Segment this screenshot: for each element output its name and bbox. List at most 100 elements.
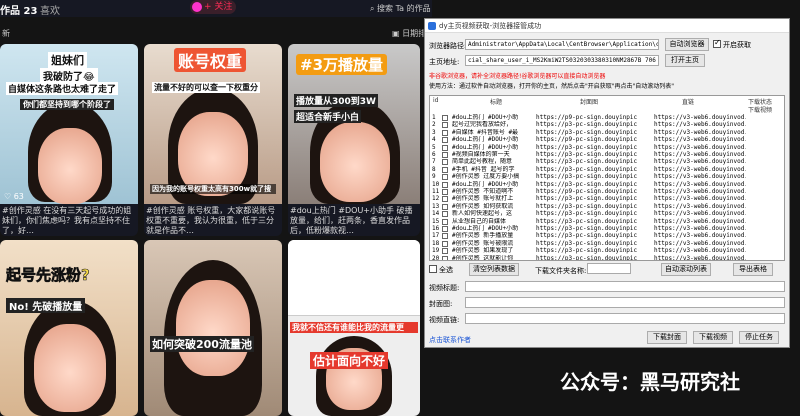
caption-line: 起号先涨粉? [6, 266, 90, 285]
select-all-checkbox[interactable] [429, 265, 437, 273]
video-thumbnail: 起号先涨粉? No! 先破播放量 [0, 240, 138, 416]
row-checkbox[interactable] [442, 144, 448, 151]
video-title-label: 视频标题: [429, 284, 460, 292]
col-download-video: 下载视频 [748, 107, 773, 114]
contact-author-link[interactable]: 点击联系作者 [429, 335, 471, 345]
row-checkbox[interactable] [442, 189, 448, 195]
caption-line: 我破防了😂 [40, 68, 98, 83]
row-checkbox[interactable] [442, 240, 448, 247]
download-folder-label: 下载文件夹名称: [535, 267, 587, 275]
table-row[interactable]: 20 #创作灵感 这就能让你 https://p3-pc-sign.douyinpi… [430, 254, 784, 261]
row-checkbox[interactable] [442, 181, 448, 188]
caption-line: #3万播放量 [296, 54, 388, 75]
video-description: #创作灵感 账号权重，大家都说账号权重不重要，我认为很重，低于三分就是作品不… [144, 204, 282, 236]
row-checkbox[interactable] [442, 203, 448, 210]
video-card-1[interactable]: 姐妹们 我破防了😂 自媒体这条路也太难了走了 你们都坚持到哪个阶段了 ♡ 63 … [0, 44, 138, 236]
video-link-input[interactable] [465, 313, 785, 324]
search-placeholder: 搜索 Ta 的作品 [377, 4, 431, 13]
video-thumbnail: 如何突破200流量池 [144, 240, 282, 416]
row-checkbox[interactable] [442, 255, 448, 260]
cell-id: 20 [432, 254, 440, 261]
download-video-button[interactable]: 下载视频 [693, 331, 733, 344]
caption-line: 姐妹们 [48, 52, 87, 68]
caption-line: 你们都坚持到哪个阶段了 [20, 99, 114, 110]
sort-date[interactable]: ▣ 日期排 [392, 28, 426, 39]
table-header: id 标题 封面图 直链 下载状态 下载视频 [430, 96, 784, 114]
row-checkbox[interactable] [442, 218, 448, 225]
col-id: id [433, 97, 439, 104]
caption-line: 因为我的账号权重太高有300w就了搜 [150, 184, 276, 194]
clear-list-button[interactable]: 清空列表数据 [469, 263, 519, 276]
downloader-window: dy主页视频获取-浏览器接管成功 浏览器路径: Administrator\Ap… [424, 18, 790, 348]
download-folder-input[interactable] [587, 263, 631, 274]
caption-line: No! 先破播放量 [6, 298, 86, 313]
video-thumbnail: #3万播放量 播放量从300到3W 超适合新手小白 [288, 44, 420, 204]
homepage-url-input[interactable]: cial_share_user_i_MS2KmiW2TS032030338031… [465, 55, 659, 66]
video-thumbnail: 姐妹们 我破防了😂 自媒体这条路也太难了走了 你们都坚持到哪个阶段了 ♡ 63 [0, 44, 138, 204]
cover-input[interactable] [465, 297, 785, 308]
tab-works[interactable]: 作品 23 [0, 2, 37, 17]
caption-line: 超适合新手小白 [294, 110, 362, 123]
video-description: #dou上热门 #DOU+小助手 破播放量，给们，赶两条，香直发作品后，低粉爆款… [288, 204, 420, 236]
row-checkbox[interactable] [442, 166, 448, 173]
start-get-label: 开启获取 [723, 41, 751, 49]
col-link: 直链 [682, 99, 695, 106]
auto-browser-button[interactable]: 自动浏览器 [665, 38, 709, 51]
row-checkbox[interactable] [442, 233, 448, 240]
avatar [192, 2, 202, 12]
cell-title: #创作灵感 这就能让你 [452, 254, 514, 261]
row-checkbox[interactable] [442, 129, 448, 136]
row-checkbox[interactable] [442, 211, 448, 218]
tab-likes[interactable]: 喜欢 [40, 2, 60, 17]
browser-path-input[interactable]: Administrator\AppData\Local\CentBrowser\… [465, 39, 659, 50]
app-icon [428, 22, 436, 30]
video-card-2[interactable]: 账号权重 流量不好的可以查一下权重分 因为我的账号权重太高有300w就了搜 #创… [144, 44, 282, 236]
start-get-checkbox[interactable] [713, 38, 721, 48]
auto-scroll-button[interactable]: 自动滚动列表 [661, 263, 711, 276]
screen: 作品 23 喜欢 + 关注 ⌕ 搜索 Ta 的作品 新 ▣ 日期排 姐妹们 我破… [0, 0, 800, 416]
video-description: #创作灵感 在没有三天起号成功的姐妹们，你们焦虑吗？我有点坚持不住了，好… [0, 204, 138, 236]
sort-date-label: 日期排 [402, 29, 427, 38]
row-checkbox[interactable] [442, 159, 448, 166]
video-thumbnail: 账号权重 流量不好的可以查一下权重分 因为我的账号权重太高有300w就了搜 [144, 44, 282, 204]
export-table-button[interactable]: 导出表格 [733, 263, 773, 276]
follow-button[interactable]: + 关注 [190, 0, 236, 14]
video-thumbnail: 我就不信还有谁能比我的流量更 估计面向不好 [288, 240, 420, 416]
caption-line: 我就不信还有谁能比我的流量更 [290, 322, 418, 333]
video-link-label: 视频直链: [429, 316, 460, 324]
row-checkbox[interactable] [442, 174, 448, 181]
caption-line: 估计面向不好 [310, 352, 389, 369]
col-cover: 封面图 [580, 99, 599, 106]
video-list-table[interactable]: id 标题 封面图 直链 下载状态 下载视频 1 #dou上热门 #DOU+小助 h… [429, 95, 785, 261]
download-cover-button[interactable]: 下载封面 [647, 331, 687, 344]
video-card-3[interactable]: #3万播放量 播放量从300到3W 超适合新手小白 #dou上热门 #DOU+小… [288, 44, 420, 236]
caption-line: 如何突破200流量池 [150, 336, 254, 352]
browser-path-label: 浏览器路径: [429, 42, 467, 50]
window-title: dy主页视频获取-浏览器接管成功 [439, 22, 542, 30]
watermark-text: 公众号：黑马研究社 [560, 370, 740, 394]
caption-line: 流量不好的可以查一下权重分 [152, 82, 260, 93]
usage-instructions: 使用方法：通过软件自动浏览器，打开你的主页，然后点击"开启获取"再点击"自动滚动… [429, 83, 675, 90]
row-checkbox[interactable] [442, 115, 448, 121]
like-count: ♡ 63 [4, 192, 24, 201]
video-title-input[interactable] [465, 281, 785, 292]
open-homepage-button[interactable]: 打开主页 [665, 54, 705, 67]
stop-task-button[interactable]: 停止任务 [739, 331, 779, 344]
row-checkbox[interactable] [442, 248, 448, 255]
sort-latest[interactable]: 新 [2, 28, 10, 39]
warning-text: 非谷歌浏览器，请补全浏览器路径!谷歌浏览器可以直接自动浏览器 [429, 73, 606, 80]
row-checkbox[interactable] [442, 196, 448, 203]
search-works-input[interactable]: ⌕ 搜索 Ta 的作品 [370, 3, 431, 14]
caption-line: 账号权重 [174, 48, 247, 72]
row-checkbox[interactable] [442, 122, 448, 129]
video-card-4[interactable]: 起号先涨粉? No! 先破播放量 [0, 240, 138, 416]
profile-tab-bar: 作品 23 喜欢 + 关注 ⌕ 搜索 Ta 的作品 [0, 0, 432, 17]
cell-cover: https://p3-pc-sign.douyinpic [536, 254, 638, 261]
video-card-5[interactable]: 如何突破200流量池 [144, 240, 282, 416]
video-card-6[interactable]: 我就不信还有谁能比我的流量更 估计面向不好 [288, 240, 420, 416]
row-checkbox[interactable] [442, 137, 448, 144]
row-checkbox[interactable] [442, 226, 448, 232]
row-checkbox[interactable] [442, 152, 448, 158]
select-all-label: 全选 [439, 266, 453, 274]
sort-bar: 新 ▣ 日期排 [0, 26, 432, 40]
